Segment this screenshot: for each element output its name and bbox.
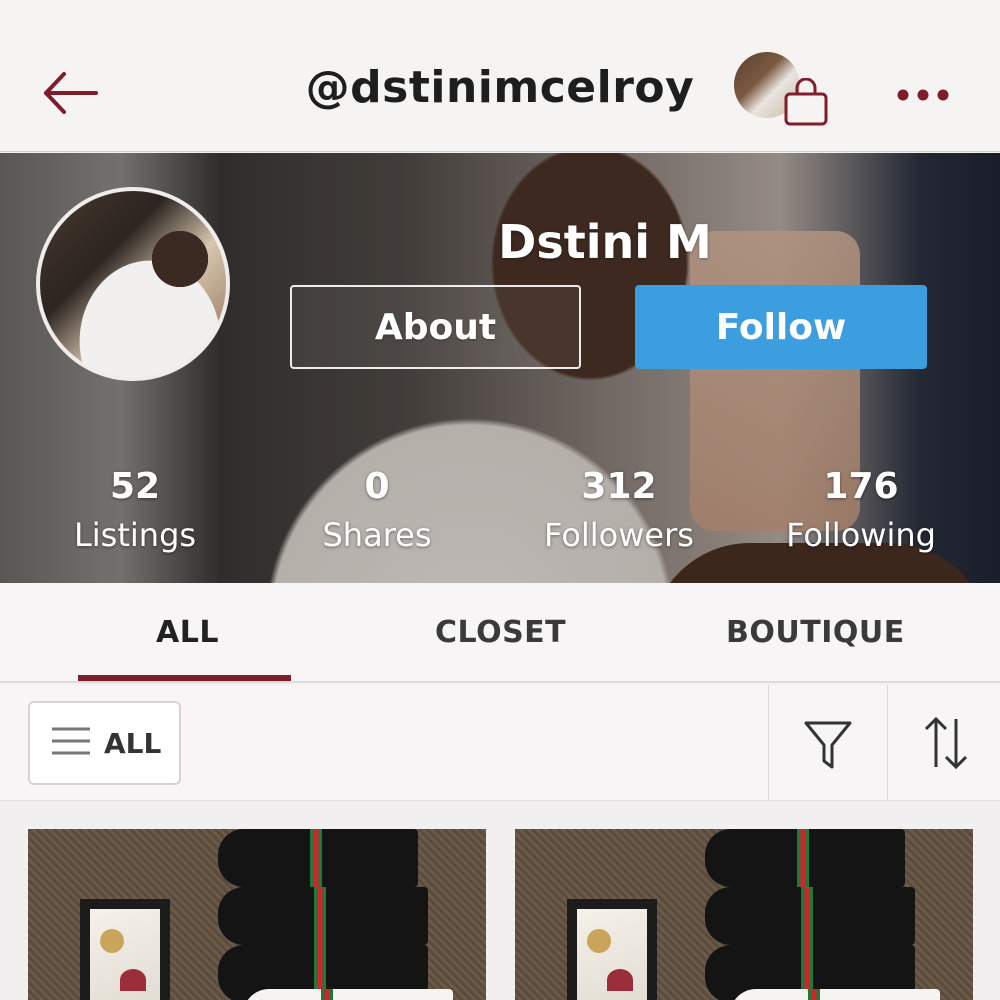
profile-stats: 52 Listings 0 Shares 312 Followers 176 F… — [0, 465, 1000, 565]
stat-label: Shares — [322, 516, 432, 554]
product-box-image — [80, 899, 170, 1000]
listing-grid — [0, 801, 1000, 1000]
stat-label: Followers — [544, 516, 694, 554]
stat-value: 0 — [364, 466, 390, 507]
listing-card[interactable] — [28, 829, 486, 1000]
divider — [768, 685, 769, 801]
tab-closet[interactable]: CLOSET — [435, 615, 566, 650]
profile-handle: @dstinimcelroy — [305, 62, 695, 113]
tab-all[interactable]: ALL — [156, 615, 219, 650]
category-button[interactable]: ALL — [28, 701, 181, 785]
stat-value: 52 — [109, 466, 161, 507]
divider — [887, 685, 888, 801]
about-button[interactable]: About — [290, 285, 581, 369]
back-arrow-icon[interactable] — [40, 68, 100, 118]
stat-label: Listings — [73, 516, 197, 554]
stat-listings[interactable]: 52 Listings — [15, 465, 255, 561]
stat-value: 312 — [581, 466, 657, 507]
stat-followers[interactable]: 312 Followers — [499, 465, 739, 561]
more-dots-icon[interactable] — [890, 75, 960, 115]
stat-following[interactable]: 176 Following — [741, 465, 981, 561]
profile-avatar[interactable] — [36, 187, 230, 381]
sort-arrows-icon[interactable] — [918, 713, 974, 773]
top-nav-bar: @dstinimcelroy — [0, 0, 1000, 152]
menu-lines-icon — [50, 724, 92, 762]
stat-shares[interactable]: 0 Shares — [257, 465, 497, 561]
category-label: ALL — [104, 726, 162, 760]
filter-bar: ALL — [0, 685, 1000, 801]
stat-value: 176 — [823, 466, 899, 507]
filter-funnel-icon[interactable] — [800, 717, 856, 773]
profile-cover: Dstini M About Follow 52 Listings 0 Shar… — [0, 153, 1000, 583]
closet-tabs: ALL CLOSET BOUTIQUE — [0, 583, 1000, 683]
stat-label: Following — [786, 516, 936, 554]
listing-card[interactable] — [515, 829, 973, 1000]
display-name: Dstini M — [498, 215, 712, 269]
active-tab-indicator — [78, 675, 291, 681]
shopping-bag-icon[interactable] — [782, 77, 830, 128]
product-box-image — [567, 899, 657, 1000]
follow-button[interactable]: Follow — [635, 285, 927, 369]
tab-boutique[interactable]: BOUTIQUE — [726, 615, 905, 650]
